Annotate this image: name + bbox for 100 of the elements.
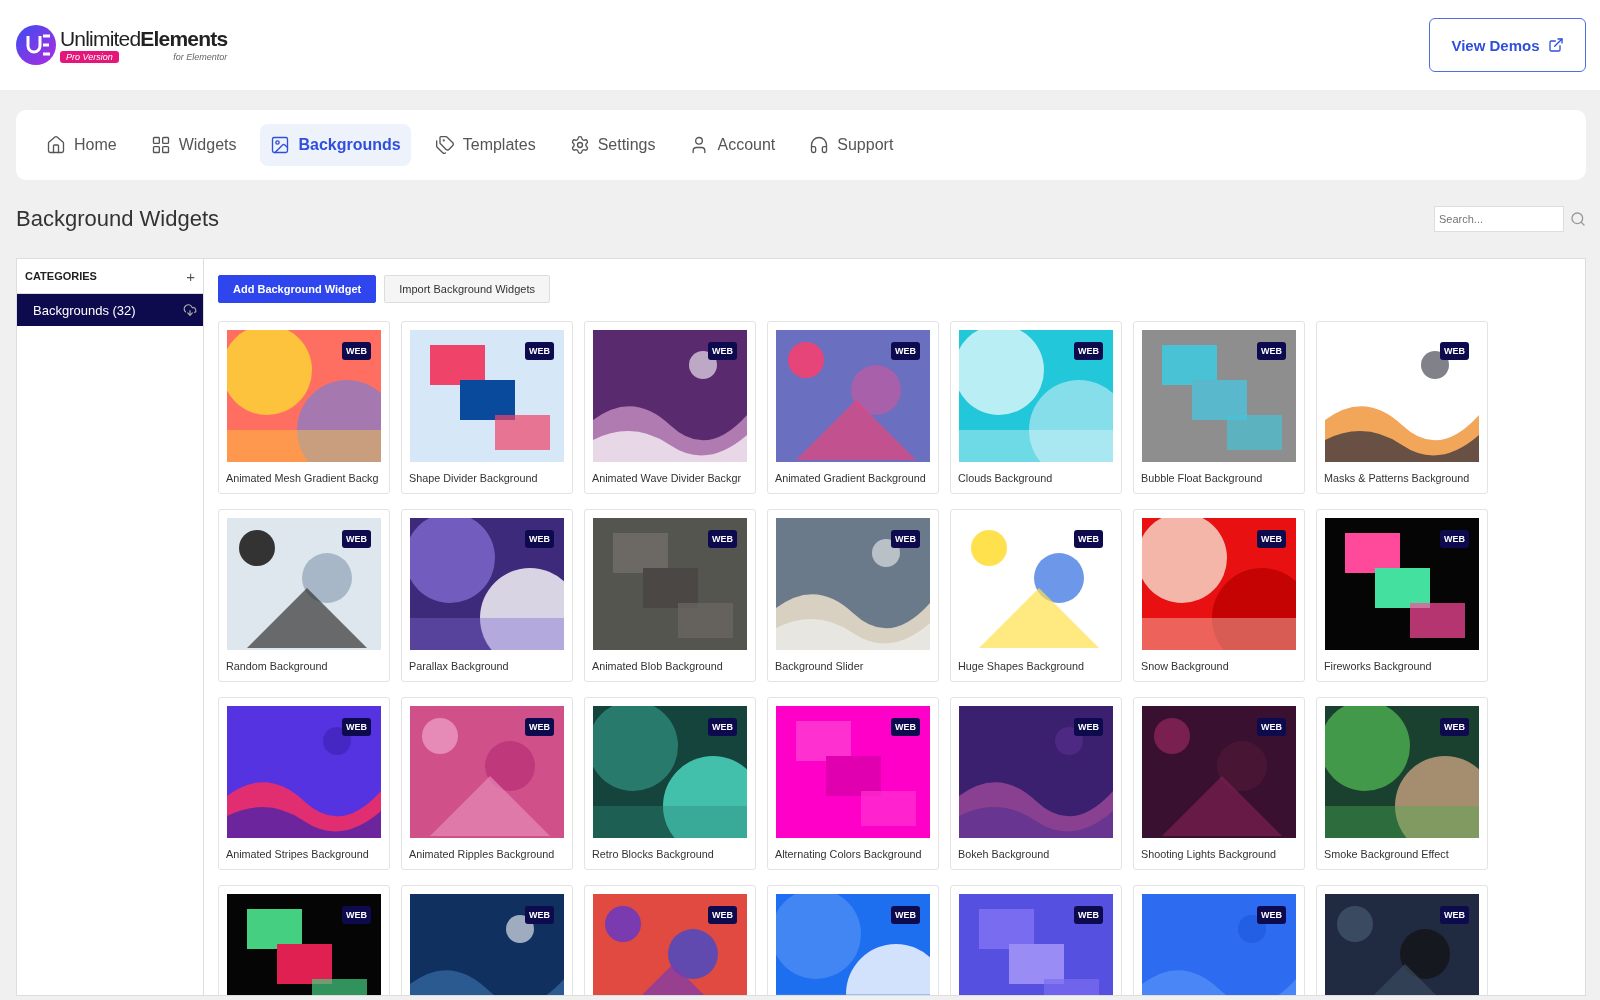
- nav-tab[interactable]: Widgets: [140, 124, 247, 166]
- web-badge: WEB: [1074, 906, 1103, 924]
- search-icon[interactable]: [1570, 211, 1586, 227]
- widget-card[interactable]: WEB Smoke Background Effect: [1316, 697, 1488, 870]
- widget-card[interactable]: WEB Shooting Lights Background: [1133, 697, 1305, 870]
- widget-card[interactable]: WEB: [1133, 885, 1305, 995]
- web-badge: WEB: [891, 342, 920, 360]
- nav-tab[interactable]: Templates: [424, 124, 546, 166]
- widget-card[interactable]: WEB Bokeh Background: [950, 697, 1122, 870]
- web-badge: WEB: [708, 718, 737, 736]
- widget-title: Animated Mesh Gradient Backg: [226, 472, 379, 484]
- widget-card[interactable]: WEB Clouds Background: [950, 321, 1122, 494]
- nav-tab[interactable]: Backgrounds: [260, 124, 411, 166]
- image-icon: [270, 135, 291, 155]
- web-badge: WEB: [1074, 718, 1103, 736]
- web-badge: WEB: [708, 342, 737, 360]
- widget-card[interactable]: WEB Background Slider: [767, 509, 939, 682]
- widget-card[interactable]: WEB Snow Background: [1133, 509, 1305, 682]
- widget-title: Retro Blocks Background: [592, 848, 714, 860]
- widget-title: Animated Gradient Background: [775, 472, 926, 484]
- widget-card[interactable]: WEB: [584, 885, 756, 995]
- edition-label: Pro Version: [60, 51, 119, 63]
- widget-title: Clouds Background: [958, 472, 1053, 484]
- widget-card[interactable]: WEB: [950, 885, 1122, 995]
- widget-card[interactable]: WEB Animated Gradient Background: [767, 321, 939, 494]
- widget-title: Bokeh Background: [958, 848, 1050, 860]
- web-badge: WEB: [891, 906, 920, 924]
- web-badge: WEB: [525, 718, 554, 736]
- widget-title: Huge Shapes Background: [958, 660, 1085, 672]
- widget-title: Snow Background: [1141, 660, 1229, 672]
- widget-card[interactable]: WEB Animated Wave Divider Backgr: [584, 321, 756, 494]
- widget-title: Alternating Colors Background: [775, 848, 922, 860]
- widget-title: Animated Stripes Background: [226, 848, 369, 860]
- widget-card[interactable]: WEB Masks & Patterns Background: [1316, 321, 1488, 494]
- widget-title: Animated Wave Divider Backgr: [592, 472, 741, 484]
- nav-tab[interactable]: Support: [799, 124, 904, 166]
- web-badge: WEB: [891, 718, 920, 736]
- widget-card[interactable]: WEB Huge Shapes Background: [950, 509, 1122, 682]
- grid-icon: [150, 135, 171, 155]
- nav-tab[interactable]: Account: [679, 124, 786, 166]
- search-field[interactable]: Search...: [1434, 206, 1564, 232]
- widget-title: Shooting Lights Background: [1141, 848, 1277, 860]
- web-badge: WEB: [1074, 530, 1103, 548]
- logo-icon: [16, 22, 56, 68]
- widget-card[interactable]: WEB Alternating Colors Background: [767, 697, 939, 870]
- widget-card[interactable]: WEB Animated Blob Background: [584, 509, 756, 682]
- nav-tab[interactable]: Home: [36, 124, 127, 166]
- nav-tab[interactable]: Settings: [559, 124, 666, 166]
- web-badge: WEB: [708, 530, 737, 548]
- widget-title: Random Background: [226, 660, 328, 672]
- widget-card[interactable]: WEB: [401, 885, 573, 995]
- headset-icon: [809, 135, 830, 155]
- add-widget-button[interactable]: Add Background Widget: [218, 275, 377, 303]
- widget-card[interactable]: WEB Random Background: [218, 509, 390, 682]
- web-badge: WEB: [1440, 530, 1469, 548]
- widget-card[interactable]: WEB Bubble Float Background: [1133, 321, 1305, 494]
- external-link-icon: [1547, 37, 1564, 53]
- web-badge: WEB: [1257, 718, 1286, 736]
- widget-card[interactable]: WEB Shape Divider Background: [401, 321, 573, 494]
- web-badge: WEB: [891, 530, 920, 548]
- settings-icon: [569, 135, 590, 155]
- widget-card[interactable]: WEB Animated Stripes Background: [218, 697, 390, 870]
- widget-title: Animated Blob Background: [592, 660, 723, 672]
- widget-card[interactable]: WEB: [767, 885, 939, 995]
- widget-card[interactable]: WEB Fireworks Background: [1316, 509, 1488, 682]
- brand-tagline: for Elementor: [173, 52, 228, 62]
- web-badge: WEB: [1257, 906, 1286, 924]
- web-badge: WEB: [1440, 718, 1469, 736]
- web-badge: WEB: [342, 718, 371, 736]
- web-badge: WEB: [342, 906, 371, 924]
- web-badge: WEB: [1257, 530, 1286, 548]
- widget-title: Bubble Float Background: [1141, 472, 1263, 484]
- web-badge: WEB: [708, 906, 737, 924]
- page-title: Background Widgets: [16, 206, 219, 232]
- brand-name: UnlimitedElements: [60, 27, 228, 51]
- widget-title: Background Slider: [775, 660, 864, 672]
- category-item[interactable]: Backgrounds (32): [17, 294, 203, 326]
- widget-card[interactable]: WEB: [1316, 885, 1488, 995]
- web-badge: WEB: [342, 530, 371, 548]
- web-badge: WEB: [1440, 906, 1469, 924]
- tags-icon: [434, 135, 455, 155]
- widget-title: Animated Ripples Background: [409, 848, 555, 860]
- widget-card[interactable]: WEB Retro Blocks Background: [584, 697, 756, 870]
- categories-heading: CATEGORIES: [25, 270, 97, 282]
- import-widgets-button[interactable]: Import Background Widgets: [384, 275, 550, 303]
- download-icon: [183, 303, 197, 317]
- web-badge: WEB: [1440, 342, 1469, 360]
- web-badge: WEB: [1074, 342, 1103, 360]
- web-badge: WEB: [525, 342, 554, 360]
- add-category-button[interactable]: +: [186, 267, 195, 285]
- widget-card[interactable]: WEB Animated Ripples Background: [401, 697, 573, 870]
- widget-title: Fireworks Background: [1324, 660, 1432, 672]
- widget-card[interactable]: WEB Animated Mesh Gradient Backg: [218, 321, 390, 494]
- view-demos-button[interactable]: View Demos: [1429, 18, 1586, 72]
- widget-card[interactable]: WEB: [218, 885, 390, 995]
- web-badge: WEB: [525, 530, 554, 548]
- web-badge: WEB: [525, 906, 554, 924]
- widget-card[interactable]: WEB Parallax Background: [401, 509, 573, 682]
- web-badge: WEB: [342, 342, 371, 360]
- widget-title: Masks & Patterns Background: [1324, 472, 1470, 484]
